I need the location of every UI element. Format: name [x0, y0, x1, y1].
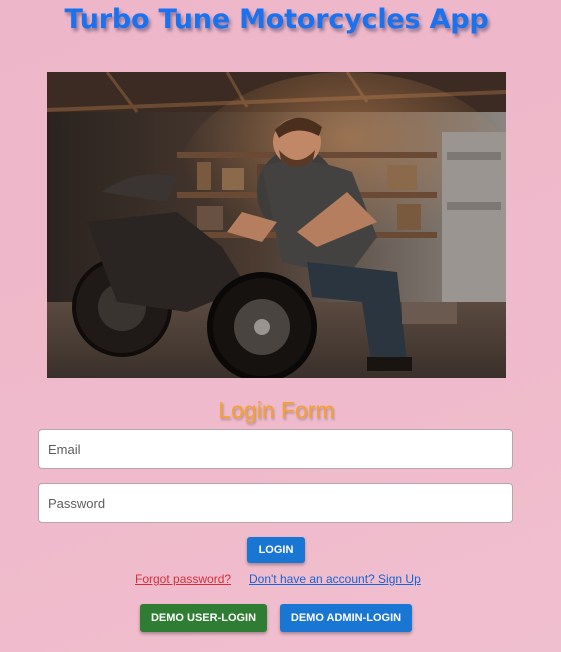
app-title: Turbo Tune Motorcycles App: [64, 4, 489, 35]
email-input[interactable]: [38, 429, 513, 469]
hero-image: [47, 72, 506, 378]
login-button[interactable]: LOGIN: [247, 537, 305, 563]
forgot-password-link[interactable]: Forgot password?: [135, 572, 231, 586]
password-input[interactable]: [38, 483, 513, 523]
login-form-title: Login Form: [218, 397, 335, 423]
demo-admin-login-button[interactable]: DEMO ADMIN-LOGIN: [280, 604, 412, 632]
mechanic-motorcycle-illustration: [47, 72, 506, 378]
demo-user-login-button[interactable]: DEMO USER-LOGIN: [140, 604, 267, 632]
signup-link[interactable]: Don't have an account? Sign Up: [249, 572, 421, 586]
